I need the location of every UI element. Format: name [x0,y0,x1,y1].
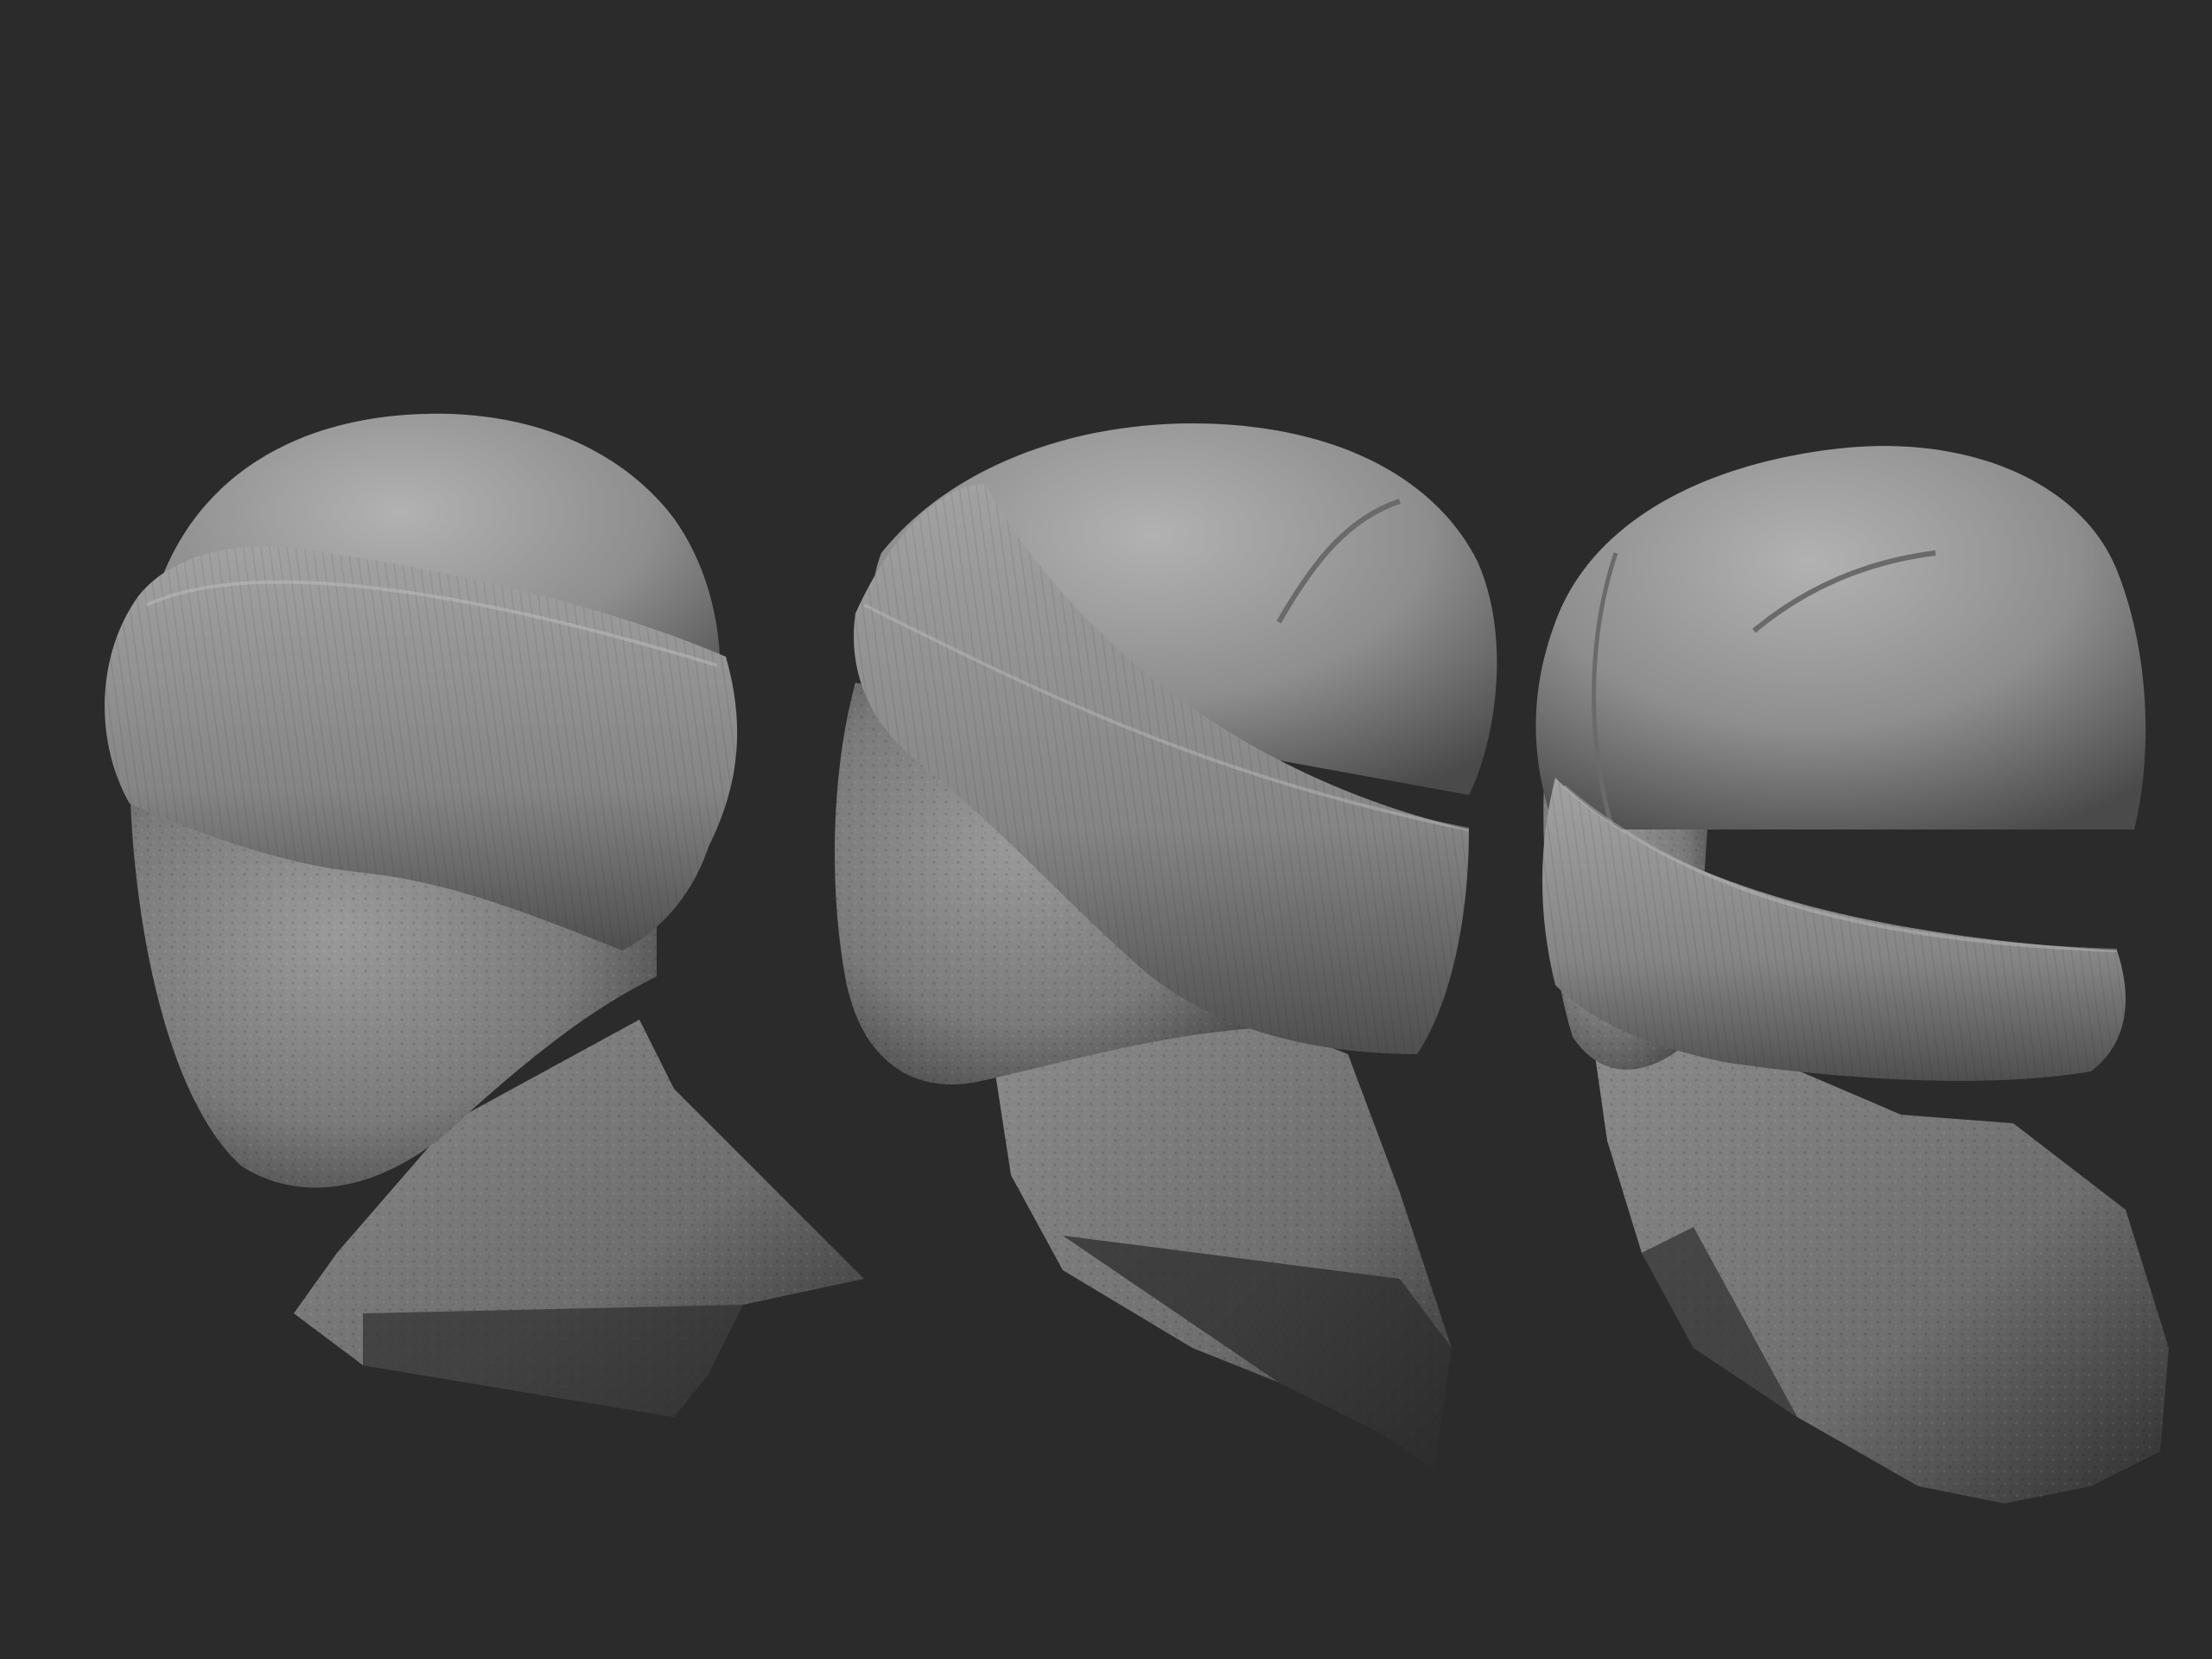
model-3[interactable] [1535,446,2170,1503]
viewport[interactable] [0,0,2212,1659]
render-canvas [105,413,2170,1503]
model-2[interactable] [835,423,1497,1469]
model-1[interactable] [105,413,864,1417]
model-3-beanie-crown [1535,446,2146,830]
